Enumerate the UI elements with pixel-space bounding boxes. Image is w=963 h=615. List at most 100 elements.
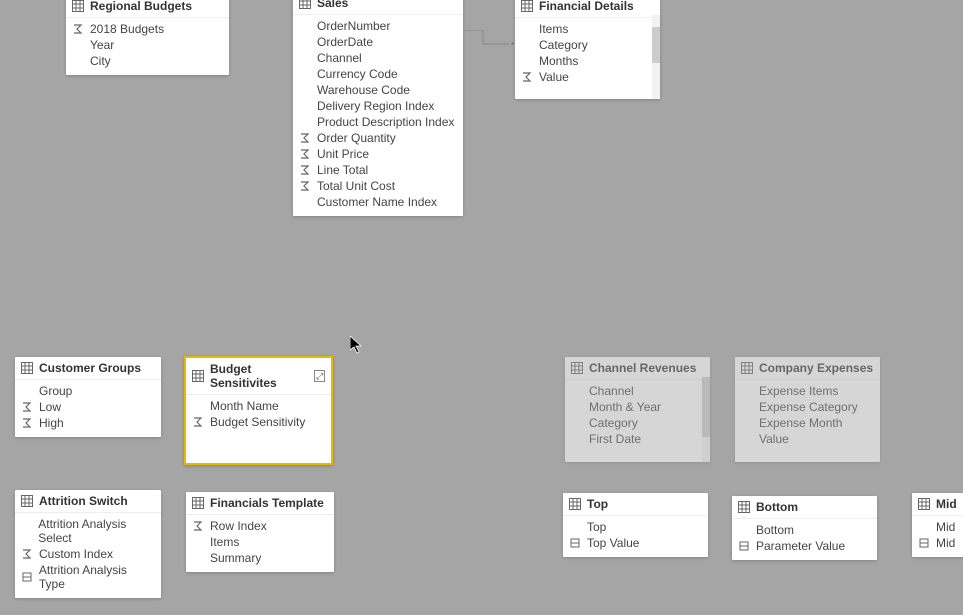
table-icon — [571, 362, 583, 374]
field-row[interactable]: Items — [519, 21, 656, 37]
field-row[interactable]: Low — [19, 399, 157, 415]
field-row[interactable]: Currency Code — [297, 66, 459, 82]
table-header[interactable]: Financial Details — [515, 0, 660, 18]
field-row[interactable]: OrderDate — [297, 34, 459, 50]
field-row[interactable]: Product Description Index — [297, 114, 459, 130]
fields-list: OrderNumber OrderDate Channel Currency C… — [293, 15, 463, 216]
field-row[interactable]: Order Quantity — [297, 130, 459, 146]
field-row[interactable]: Customer Name Index — [297, 194, 459, 210]
field-row[interactable]: Channel — [297, 50, 459, 66]
scrollbar-thumb[interactable] — [702, 377, 710, 437]
relationship-line: * — [463, 30, 517, 52]
table-title: Financials Template — [210, 496, 324, 510]
field-row[interactable]: Summary — [190, 550, 330, 566]
field-row[interactable]: Custom Index — [19, 546, 157, 562]
table-header[interactable]: Sales — [293, 0, 463, 15]
field-label: Unit Price — [317, 147, 369, 161]
field-row[interactable]: Items — [190, 534, 330, 550]
table-company-expenses[interactable]: Company Expenses Expense Items Expense C… — [735, 357, 880, 462]
field-row[interactable]: Line Total — [297, 162, 459, 178]
table-title: Customer Groups — [39, 361, 141, 375]
table-header[interactable]: Budget Sensitivites ⤢ — [186, 358, 331, 395]
table-header[interactable]: Top — [563, 493, 708, 516]
field-row[interactable]: Top — [567, 519, 704, 535]
table-header[interactable]: Financials Template — [186, 492, 334, 515]
field-row[interactable]: Bottom — [736, 522, 873, 538]
table-budget-sensitivities[interactable]: Budget Sensitivites ⤢ Month Name Budget … — [184, 356, 333, 465]
field-label: High — [39, 416, 64, 430]
table-sales[interactable]: Sales OrderNumber OrderDate Channel Curr… — [293, 0, 463, 216]
table-title: Mid — [936, 497, 957, 511]
mouse-cursor — [350, 336, 364, 354]
field-row[interactable]: OrderNumber — [297, 18, 459, 34]
field-row[interactable]: Category — [519, 37, 656, 53]
field-row[interactable]: Mid — [916, 519, 963, 535]
table-mid[interactable]: Mid Mid Mid — [912, 493, 963, 557]
field-label: Months — [539, 54, 578, 68]
table-header[interactable]: Customer Groups — [15, 357, 161, 380]
field-row[interactable]: Months — [519, 53, 656, 69]
table-financial-details[interactable]: Financial Details Items Category Months … — [515, 0, 660, 99]
field-row[interactable]: Year — [70, 37, 225, 53]
field-row[interactable]: Expense Month — [739, 415, 876, 431]
sigma-icon — [192, 521, 204, 531]
field-row[interactable]: Expense Items — [739, 383, 876, 399]
field-row[interactable]: Mid — [916, 535, 963, 551]
field-row[interactable]: Month & Year — [569, 399, 706, 415]
field-label: Channel — [317, 51, 362, 65]
scrollbar[interactable] — [652, 15, 660, 99]
table-header[interactable]: Channel Revenues — [565, 357, 710, 380]
table-regional-budgets[interactable]: Regional Budgets 2018 Budgets Year City — [66, 0, 229, 75]
table-top[interactable]: Top Top Top Value — [563, 493, 708, 557]
table-title: Bottom — [756, 500, 798, 514]
fields-list: Top Top Value — [563, 516, 708, 557]
table-channel-revenues[interactable]: Channel Revenues Channel Month & Year Ca… — [565, 357, 710, 462]
table-header[interactable]: Regional Budgets — [66, 0, 229, 18]
field-row[interactable]: Total Unit Cost — [297, 178, 459, 194]
field-row[interactable]: Channel — [569, 383, 706, 399]
scrollbar-thumb[interactable] — [652, 27, 660, 63]
sigma-icon — [299, 181, 311, 191]
expand-icon[interactable]: ⤢ — [314, 370, 325, 382]
field-label: Order Quantity — [317, 131, 396, 145]
field-row[interactable]: Category — [569, 415, 706, 431]
field-row[interactable]: Value — [519, 69, 656, 85]
table-bottom[interactable]: Bottom Bottom Parameter Value — [732, 496, 877, 560]
table-header[interactable]: Bottom — [732, 496, 877, 519]
model-canvas[interactable]: Regional Budgets 2018 Budgets Year City … — [0, 0, 963, 615]
table-header[interactable]: Mid — [912, 493, 963, 516]
field-row[interactable]: Unit Price — [297, 146, 459, 162]
field-row[interactable]: Delivery Region Index — [297, 98, 459, 114]
field-row[interactable]: Budget Sensitivity — [190, 414, 327, 430]
table-header[interactable]: Company Expenses — [735, 357, 880, 380]
field-row[interactable]: Top Value — [567, 535, 704, 551]
table-financials-template[interactable]: Financials Template Row Index Items Summ… — [186, 492, 334, 572]
field-row[interactable]: Row Index — [190, 518, 330, 534]
table-icon — [521, 0, 533, 12]
field-row[interactable]: Warehouse Code — [297, 82, 459, 98]
field-label: City — [90, 54, 111, 68]
field-label: Custom Index — [39, 547, 113, 561]
scrollbar[interactable] — [702, 377, 710, 462]
table-attrition-switch[interactable]: Attrition Switch Attrition Analysis Sele… — [15, 490, 161, 598]
field-label: Product Description Index — [317, 115, 454, 129]
field-label: First Date — [589, 432, 641, 446]
table-customer-groups[interactable]: Customer Groups Group Low High — [15, 357, 161, 437]
field-row[interactable]: City — [70, 53, 225, 69]
field-row[interactable]: Value — [739, 431, 876, 447]
field-row[interactable]: Attrition Analysis Type — [19, 562, 157, 592]
field-row[interactable]: Attrition Analysis Select — [19, 516, 157, 546]
field-row[interactable]: Month Name — [190, 398, 327, 414]
field-row[interactable]: Group — [19, 383, 157, 399]
table-icon — [299, 0, 311, 9]
field-row[interactable]: 2018 Budgets — [70, 21, 225, 37]
sigma-icon — [521, 72, 533, 82]
field-row[interactable]: High — [19, 415, 157, 431]
field-label: Group — [39, 384, 72, 398]
field-row[interactable]: First Date — [569, 431, 706, 447]
field-label: Items — [210, 535, 239, 549]
field-row[interactable]: Expense Category — [739, 399, 876, 415]
table-header[interactable]: Attrition Switch — [15, 490, 161, 513]
field-row[interactable]: Parameter Value — [736, 538, 873, 554]
field-label: Attrition Analysis Type — [39, 563, 155, 591]
